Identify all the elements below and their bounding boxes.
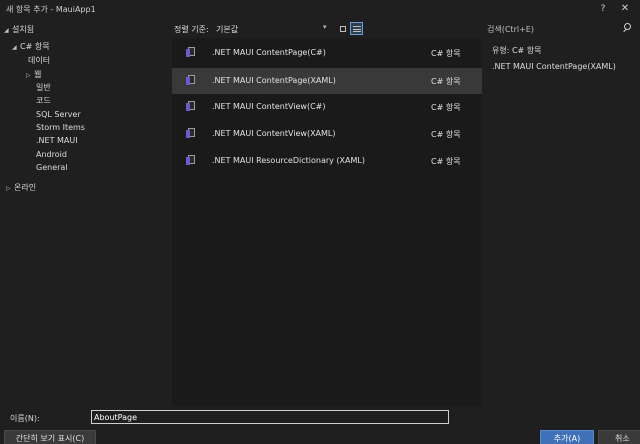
template-name: .NET MAUI ContentView(C#) xyxy=(212,102,326,111)
sort-dropdown[interactable]: 기본값 xyxy=(216,24,238,35)
close-button[interactable]: ✕ xyxy=(618,2,632,16)
template-language: C# 항목 xyxy=(431,77,461,86)
tree-item-label: Storm Items xyxy=(36,123,85,132)
tree-item-label: SQL Server xyxy=(36,110,81,119)
tree-item-label: 웹 xyxy=(34,70,42,79)
tree-item-label: General xyxy=(36,163,68,172)
tree-item-data[interactable]: 데이터 xyxy=(28,54,50,67)
template-row-selected[interactable]: .NET MAUI ContentPage(XAML) C# 항목 xyxy=(172,68,482,94)
tree-item-csharp[interactable]: ◢ C# 항목 xyxy=(12,40,50,53)
tree-item-android[interactable]: Android xyxy=(36,148,67,161)
list-view-button[interactable] xyxy=(350,22,363,35)
tree-item-sql-server[interactable]: SQL Server xyxy=(36,108,81,121)
chevron-down-icon[interactable]: ▾ xyxy=(323,23,327,31)
expand-triangle-icon: ▷ xyxy=(26,72,31,79)
name-label: 이름(N): xyxy=(10,414,40,423)
maui-page-icon xyxy=(186,101,196,112)
installed-label: 설치됨 xyxy=(12,25,35,34)
grid-view-icon xyxy=(340,26,346,32)
title-bar: 새 항목 추가 - MauiApp1 ? ✕ xyxy=(0,0,640,20)
template-name: .NET MAUI ContentPage(XAML) xyxy=(212,76,336,85)
template-language: C# 항목 xyxy=(431,49,461,58)
help-button[interactable]: ? xyxy=(596,2,610,16)
template-type: 유형: C# 항목 xyxy=(492,46,542,55)
maui-page-icon xyxy=(186,47,196,58)
grid-view-button[interactable] xyxy=(336,22,349,35)
template-row[interactable]: .NET MAUI ContentPage(C#) C# 항목 xyxy=(172,40,482,66)
template-language: C# 항목 xyxy=(431,103,461,112)
search-placeholder: 검색(Ctrl+E) xyxy=(487,25,534,34)
tree-item-online[interactable]: ▷ 온라인 xyxy=(6,181,36,194)
installed-header[interactable]: ◢ 설치됨 xyxy=(4,24,34,35)
maui-page-icon xyxy=(186,75,196,86)
template-language: C# 항목 xyxy=(431,130,461,139)
tree-item-label: 코드 xyxy=(36,96,51,105)
tree-item-general-ko[interactable]: 일반 xyxy=(36,81,51,94)
name-field[interactable] xyxy=(91,410,449,424)
search-icon[interactable] xyxy=(622,22,634,34)
template-name: .NET MAUI ResourceDictionary (XAML) xyxy=(212,156,365,165)
tree-item-web[interactable]: ▷ 웹 xyxy=(26,68,41,81)
tree-item-label: .NET MAUI xyxy=(36,136,78,145)
collapse-triangle-icon: ◢ xyxy=(4,27,9,34)
template-name: .NET MAUI ContentPage(C#) xyxy=(212,48,326,57)
template-row[interactable]: .NET MAUI ContentView(XAML) C# 항목 xyxy=(172,121,482,147)
tree-item-label: 일반 xyxy=(36,83,51,92)
template-list: .NET MAUI ContentPage(C#) C# 항목 .NET MAU… xyxy=(172,38,482,406)
tree-item-storm-items[interactable]: Storm Items xyxy=(36,121,85,134)
template-description: .NET MAUI ContentPage(XAML) xyxy=(492,62,616,71)
maui-resource-dictionary-icon xyxy=(186,155,196,166)
list-view-icon xyxy=(353,26,361,32)
maui-page-icon xyxy=(186,128,196,139)
sort-label: 정렬 기준: xyxy=(174,25,209,34)
tree-item-net-maui[interactable]: .NET MAUI xyxy=(36,134,78,147)
compact-view-button[interactable]: 간단히 보기 표시(C) xyxy=(4,430,96,444)
template-row[interactable]: .NET MAUI ResourceDictionary (XAML) C# 항… xyxy=(172,148,482,174)
tree-item-code[interactable]: 코드 xyxy=(36,94,51,107)
tree-item-label: C# 항목 xyxy=(20,42,50,51)
template-language: C# 항목 xyxy=(431,157,461,166)
window-title: 새 항목 추가 - MauiApp1 xyxy=(6,5,96,14)
template-row[interactable]: .NET MAUI ContentView(C#) C# 항목 xyxy=(172,94,482,120)
tree-item-label: 데이터 xyxy=(28,56,51,65)
expand-triangle-icon: ◢ xyxy=(12,44,17,51)
search-input[interactable]: 검색(Ctrl+E) xyxy=(484,22,640,36)
template-name: .NET MAUI ContentView(XAML) xyxy=(212,129,336,138)
cancel-button[interactable]: 취소 xyxy=(598,430,640,444)
tree-item-label: Android xyxy=(36,150,67,159)
add-button[interactable]: 추가(A) xyxy=(540,430,594,444)
expand-triangle-icon: ▷ xyxy=(6,185,11,192)
tree-item-label: 온라인 xyxy=(14,183,37,192)
tree-item-general[interactable]: General xyxy=(36,161,68,174)
